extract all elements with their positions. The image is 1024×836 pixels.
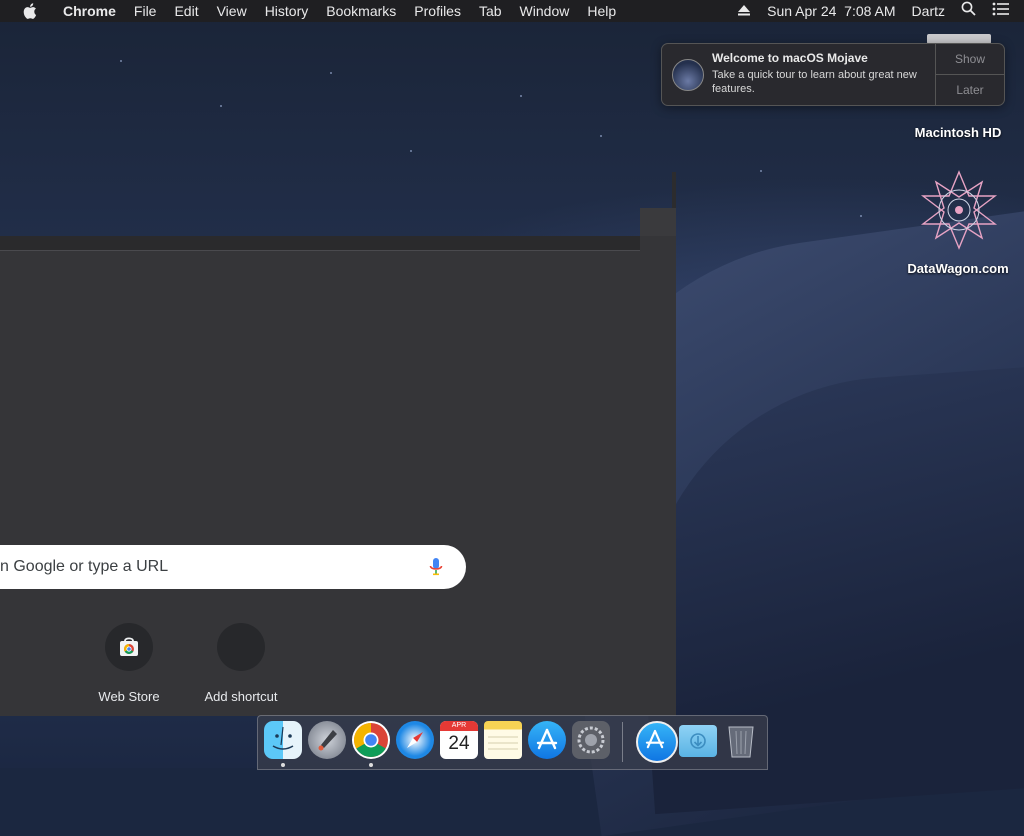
- datawagon-logo-icon[interactable]: [917, 168, 1001, 252]
- menu-bar-status-area: Sun Apr 24 7:08 AM Dartz: [729, 0, 1024, 22]
- shortcut-label: Web Store: [98, 689, 160, 704]
- spotlight-search-icon[interactable]: [953, 0, 984, 22]
- calendar-month: APR: [440, 721, 478, 731]
- eject-icon[interactable]: [729, 0, 759, 22]
- menu-help[interactable]: Help: [578, 0, 625, 22]
- star: [760, 170, 762, 172]
- star: [860, 215, 862, 217]
- menu-bar: Chrome File Edit View History Bookmarks …: [0, 0, 1024, 22]
- dock: APR 24: [257, 715, 768, 770]
- running-indicator: [281, 763, 285, 767]
- trash-icon[interactable]: [724, 721, 762, 759]
- shortcut-label: Add shortcut: [204, 689, 278, 704]
- desktop-icon-macintosh-hd[interactable]: Macintosh HD: [893, 125, 1023, 140]
- menu-file[interactable]: File: [125, 0, 166, 22]
- menu-edit[interactable]: Edit: [165, 0, 207, 22]
- star: [220, 105, 222, 107]
- menu-profiles[interactable]: Profiles: [405, 0, 470, 22]
- notification-later-button[interactable]: Later: [936, 75, 1004, 105]
- star: [410, 150, 412, 152]
- downloads-folder-icon[interactable]: [679, 725, 717, 757]
- app-store-icon[interactable]: [528, 721, 566, 759]
- finder-icon[interactable]: [264, 721, 302, 759]
- desktop-icon-datawagon[interactable]: DataWagon.com: [893, 261, 1023, 276]
- system-preferences-icon[interactable]: [572, 721, 610, 759]
- notification-title: Welcome to macOS Mojave: [712, 51, 868, 65]
- launchpad-icon[interactable]: [308, 721, 346, 759]
- menu-tab[interactable]: Tab: [470, 0, 511, 22]
- shortcut-web-store[interactable]: Web Store: [84, 623, 174, 704]
- running-indicator: [369, 763, 373, 767]
- star: [120, 60, 122, 62]
- star: [600, 135, 602, 137]
- macos-mojave-icon: [672, 59, 704, 91]
- menu-view[interactable]: View: [208, 0, 256, 22]
- notification-center-icon[interactable]: [984, 0, 1018, 22]
- dock-separator: [622, 722, 623, 762]
- menu-window[interactable]: Window: [511, 0, 579, 22]
- notification-show-button[interactable]: Show: [936, 44, 1004, 75]
- calendar-day: 24: [448, 733, 470, 754]
- add-shortcut-icon: [217, 623, 265, 671]
- menu-user-name[interactable]: Dartz: [904, 0, 953, 22]
- shortcut-add[interactable]: Add shortcut: [196, 623, 286, 704]
- search-placeholder: n Google or type a URL: [0, 558, 169, 575]
- menu-clock[interactable]: Sun Apr 24 7:08 AM: [759, 0, 903, 22]
- menu-app-chrome[interactable]: Chrome: [54, 0, 125, 22]
- omnibox-search-input[interactable]: n Google or type a URL: [0, 545, 466, 589]
- star: [330, 72, 332, 74]
- menu-history[interactable]: History: [256, 0, 318, 22]
- calendar-icon[interactable]: APR 24: [440, 721, 478, 759]
- notification-banner[interactable]: Welcome to macOS Mojave Take a quick tou…: [661, 43, 1005, 106]
- chrome-icon[interactable]: [352, 721, 390, 759]
- chrome-web-store-icon: [105, 623, 153, 671]
- notes-icon[interactable]: [484, 721, 522, 759]
- notification-actions: Show Later: [935, 44, 1004, 105]
- apple-menu-icon[interactable]: [18, 3, 42, 19]
- notification-body: Take a quick tour to learn about great n…: [712, 69, 917, 95]
- app-store-downloads-icon[interactable]: [636, 721, 678, 763]
- browser-toolbar: [0, 236, 640, 251]
- star: [520, 95, 522, 97]
- safari-icon[interactable]: [396, 721, 434, 759]
- voice-search-mic-icon[interactable]: [428, 557, 444, 577]
- menu-bookmarks[interactable]: Bookmarks: [317, 0, 405, 22]
